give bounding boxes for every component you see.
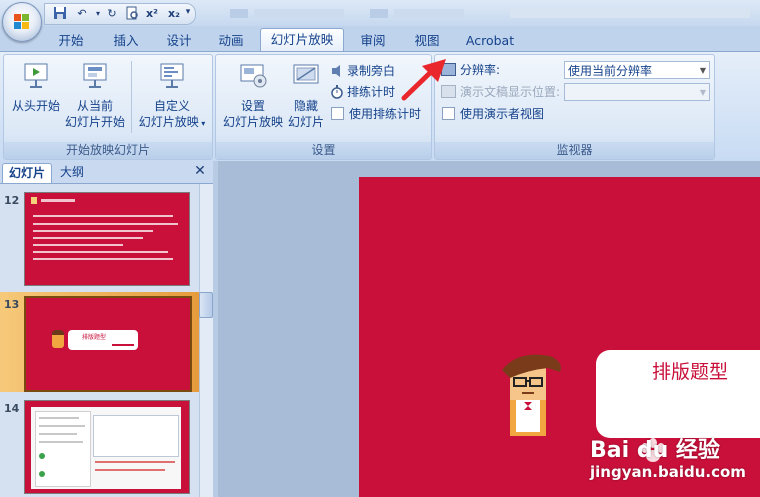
slide-title-text[interactable]: 排版题型 [652, 357, 728, 384]
pane-tabs: 幻灯片 大纲 [0, 161, 213, 184]
slide-thumbnail-12[interactable]: 12 [0, 188, 199, 288]
watermark-logo: Bai du 经验 [590, 438, 720, 463]
group-label-start-show: 开始放映幻灯片 [4, 142, 212, 159]
from-current-icon [83, 63, 107, 88]
tab-home[interactable]: 开始 [48, 30, 94, 52]
custom-show-label-2: 幻灯片放映 ▾ [138, 115, 206, 129]
setup-show-label-1: 设置 [240, 99, 265, 113]
group-label-setup: 设置 [216, 142, 431, 159]
tab-view[interactable]: 视图 [404, 30, 450, 52]
record-narration-label: 录制旁白 [347, 64, 396, 78]
setup-slide-show-button[interactable]: 设置 幻灯片放映 [220, 61, 286, 130]
group-monitors: 分辨率: 使用当前分辨率 ▼ 演示文稿显示位置: ▼ 使用演示者视图 监视器 [434, 54, 715, 160]
hide-slide-icon [293, 64, 319, 84]
microphone-icon [330, 64, 344, 78]
custom-slide-show-button[interactable]: 自定义 幻灯片放映 ▾ [134, 61, 210, 132]
rehearse-timings-label: 排练计时 [347, 85, 396, 99]
presenter-view-checkbox[interactable]: 使用演示者视图 [442, 105, 544, 123]
watermark-url: jingyan.baidu.com [590, 463, 746, 481]
from-current-label-2: 幻灯片开始 [64, 115, 125, 129]
tab-outline[interactable]: 大纲 [54, 163, 90, 182]
presenter-view-label: 使用演示者视图 [460, 107, 545, 121]
slide-number: 14 [4, 402, 20, 415]
save-icon[interactable] [51, 6, 69, 22]
tab-insert[interactable]: 插入 [103, 30, 149, 52]
slide-thumb-image [24, 400, 190, 494]
quick-access-toolbar: ↶ ▾ ↻ x² x₂ ▾ [44, 3, 196, 25]
tab-animations[interactable]: 动画 [208, 30, 254, 52]
group-label-monitors: 监视器 [435, 142, 714, 159]
superscript-icon[interactable]: x² [143, 6, 161, 22]
hide-slide-label-2: 幻灯片 [287, 115, 324, 129]
setup-show-label-2: 幻灯片放映 [222, 115, 283, 129]
window-title-blurred [220, 6, 760, 20]
slide-thumb-image: 排版题型 [24, 296, 192, 392]
tab-slides[interactable]: 幻灯片 [2, 163, 53, 183]
hide-slide-button[interactable]: 隐藏 幻灯片 [284, 61, 328, 130]
slide-pane-scrollbar[interactable] [199, 184, 214, 497]
teacher-illustration [502, 354, 561, 436]
custom-show-icon [160, 63, 184, 88]
close-icon[interactable]: ✕ [193, 164, 207, 178]
resolution-label: 分辨率: [460, 63, 501, 77]
use-rehearsed-checkbox-box[interactable] [331, 107, 344, 120]
rehearse-timings-button[interactable]: 排练计时 [330, 83, 395, 101]
record-narration-button[interactable]: 录制旁白 [330, 62, 395, 80]
stopwatch-icon [330, 85, 344, 99]
show-on-label: 演示文稿显示位置: [460, 85, 561, 99]
print-preview-icon[interactable] [123, 6, 141, 22]
resolution-dropdown[interactable]: 使用当前分辨率 ▼ [564, 61, 710, 79]
setup-show-icon [240, 64, 267, 88]
from-beginning-icon [24, 63, 48, 88]
slide-thumbnail-13[interactable]: 13 排版题型 [0, 292, 199, 392]
office-logo-icon [14, 14, 30, 30]
show-on-row: 演示文稿显示位置: [441, 83, 560, 101]
chevron-down-icon: ▼ [699, 66, 706, 75]
slide-number: 12 [4, 194, 20, 207]
tab-review[interactable]: 审阅 [350, 30, 396, 52]
use-rehearsed-timings-checkbox[interactable]: 使用排练计时 [331, 105, 421, 123]
slide-thumb-image [24, 192, 190, 286]
slide-number: 13 [4, 298, 20, 311]
from-current-label-1: 从当前 [76, 99, 113, 113]
ribbon: 从头开始 从当前 幻灯片开始 自定义 幻灯片放映 ▾ 开始放映幻灯片 设置 幻灯… [0, 51, 760, 163]
from-current-button[interactable]: 从当前 幻灯片开始 [62, 61, 128, 130]
show-on-dropdown[interactable]: ▼ [564, 83, 710, 101]
scrollbar-thumb[interactable] [199, 292, 213, 318]
tab-design[interactable]: 设计 [156, 30, 202, 52]
slide-thumbnail-14[interactable]: 14 [0, 396, 199, 496]
custom-show-label-1: 自定义 [153, 99, 190, 113]
slide-thumbnail-list: 12 13 排版题型 14 [0, 184, 199, 497]
resolution-value: 使用当前分辨率 [568, 64, 653, 78]
use-rehearsed-label: 使用排练计时 [349, 107, 422, 121]
redo-icon[interactable]: ↻ [103, 6, 121, 22]
office-button[interactable] [2, 2, 42, 42]
group-start-slide-show: 从头开始 从当前 幻灯片开始 自定义 幻灯片放映 ▾ 开始放映幻灯片 [3, 54, 213, 160]
red-arrow-annotation [401, 59, 446, 101]
ribbon-tabs: 开始 插入 设计 动画 幻灯片放映 审阅 视图 Acrobat [0, 26, 760, 54]
hide-slide-label-1: 隐藏 [293, 99, 318, 113]
presenter-view-checkbox-box[interactable] [442, 107, 455, 120]
from-beginning-button[interactable]: 从头开始 [8, 61, 64, 114]
thumb-title: 排版题型 [82, 334, 107, 341]
chevron-down-icon: ▼ [699, 88, 706, 97]
qat-customize-icon[interactable]: ▾ [179, 4, 197, 20]
from-beginning-label: 从头开始 [11, 99, 60, 113]
tab-acrobat[interactable]: Acrobat [458, 30, 522, 52]
